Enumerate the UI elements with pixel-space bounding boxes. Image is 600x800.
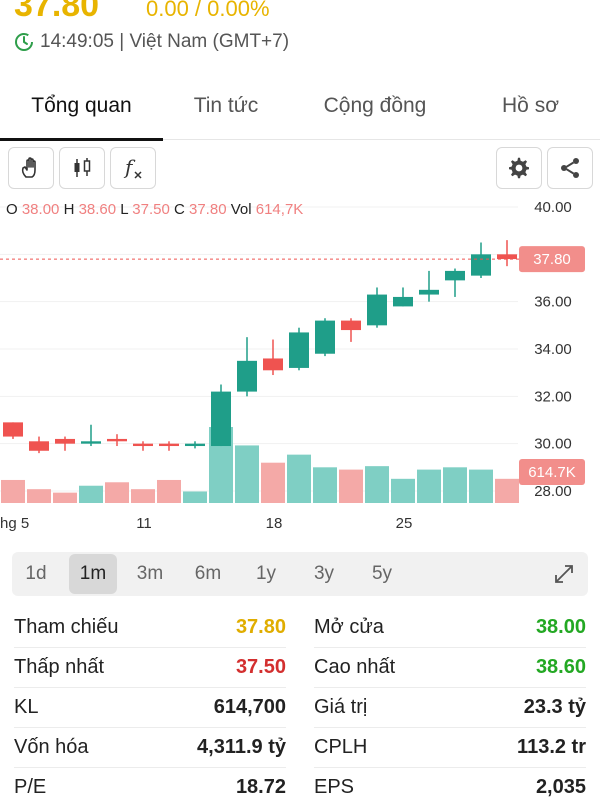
tab-news[interactable]: Tin tức: [163, 72, 289, 140]
candle-body: [237, 360, 257, 392]
share-icon: [561, 158, 579, 178]
volume-bar: [79, 485, 103, 503]
period-1y[interactable]: 1y: [242, 554, 290, 594]
y-tick-label: 34.00: [534, 341, 572, 358]
volume-bar: [53, 492, 77, 503]
volume-bar: [131, 489, 155, 503]
x-tick-label: 11: [136, 515, 152, 532]
volume-bar: [495, 478, 519, 503]
ohlc-readout: O 38.00 H 38.60 L 37.50 C 37.80 Vol 614,…: [6, 201, 304, 218]
tab-bar: Tổng quan Tin tức Cộng đồng Hồ sơ: [0, 72, 600, 141]
stat-outstanding-shares: CPLH 113.2 tr: [314, 728, 586, 768]
stat-volume: KL 614,700: [14, 688, 286, 728]
volume-bar: [183, 491, 207, 503]
price-change: 0.00 / 0.00%: [146, 0, 270, 21]
candle-body: [185, 443, 205, 447]
volume-bar: [157, 479, 181, 503]
settings-button[interactable]: [496, 147, 542, 189]
ohlc-open: 38.00: [21, 201, 60, 218]
candle-body: [3, 422, 23, 437]
function-icon: f: [123, 155, 142, 179]
share-button[interactable]: [547, 147, 593, 189]
candle-body: [367, 294, 387, 326]
candle-body: [81, 441, 101, 444]
period-3m[interactable]: 3m: [126, 554, 174, 594]
expand-icon[interactable]: [552, 562, 576, 586]
stat-eps: EPS 2,035: [314, 768, 586, 800]
period-5y[interactable]: 5y: [358, 554, 406, 594]
ohlc-low: 37.50: [132, 201, 170, 218]
candle-body: [393, 296, 413, 307]
candlestick-icon: [74, 158, 91, 177]
candlestick-chart[interactable]: 40.00 38.00 36.00 34.00 32.00 30.00 28.00 37.80…: [0, 192, 600, 542]
candle-body: [471, 254, 491, 276]
ohlc-high: 38.60: [78, 201, 117, 218]
volume-bar: [1, 479, 25, 503]
period-3y[interactable]: 3y: [300, 554, 348, 594]
stat-low: Thấp nhất 37.50: [14, 648, 286, 688]
stat-reference: Tham chiếu 37.80: [14, 608, 286, 648]
volume-bar: [261, 462, 285, 503]
stat-pe: P/E 18.72: [14, 768, 286, 800]
volume-bar: [27, 489, 51, 503]
candle-body: [263, 358, 283, 371]
ohlc-volume: 614,7K: [255, 201, 304, 218]
volume-bar: [391, 478, 415, 503]
volume-bar: [235, 445, 259, 503]
candle-body: [55, 438, 75, 444]
volume-bar: [105, 482, 129, 503]
period-6m[interactable]: 6m: [184, 554, 232, 594]
candle-body: [159, 443, 179, 447]
tab-community[interactable]: Cộng đồng: [289, 72, 461, 140]
time-text: 14:49:05 | Việt Nam (GMT+7): [40, 31, 290, 52]
y-tick-label: 30.00: [534, 436, 572, 453]
y-tick-label: 28.00: [534, 483, 572, 500]
fx-label: f: [123, 155, 136, 179]
stat-market-cap: Vốn hóa 4,311.9 tỷ: [14, 728, 286, 768]
volume-bar: [313, 467, 337, 503]
volume-bar: [339, 469, 363, 503]
gear-icon: [509, 157, 529, 179]
period-selector: 1d 1m 3m 6m 1y 3y 5y: [12, 552, 588, 596]
candle-body: [107, 438, 127, 442]
indicator-button[interactable]: f: [110, 147, 156, 189]
volume-bar: [365, 466, 389, 503]
period-1m[interactable]: 1m: [69, 554, 117, 594]
x-tick-label: 18: [266, 515, 283, 532]
stat-high: Cao nhất 38.60: [314, 648, 586, 688]
candle-body: [419, 289, 439, 295]
y-tick-label: 40.00: [534, 199, 572, 216]
volume-bar: [287, 454, 311, 503]
candle-body: [445, 270, 465, 281]
hand-tool-button[interactable]: [8, 147, 54, 189]
candle-body: [211, 391, 231, 447]
volume-bar: [443, 467, 467, 503]
y-tick-label: 36.00: [534, 294, 572, 311]
tab-overview[interactable]: Tổng quan: [0, 72, 163, 141]
current-price: 37.80: [14, 0, 100, 24]
stat-open: Mở cửa 38.00: [314, 608, 586, 648]
last-volume-label: 614.7K: [528, 464, 576, 481]
hand-icon: [21, 157, 36, 178]
ohlc-close: 37.80: [189, 201, 227, 218]
candle-body: [341, 320, 361, 331]
volume-bar: [469, 469, 493, 503]
candle-body: [133, 443, 153, 447]
candle-body: [289, 332, 309, 368]
tab-profile[interactable]: Hồ sơ: [461, 72, 600, 140]
x-tick-label: hg 5: [0, 515, 29, 532]
time-row: 14:49:05 | Việt Nam (GMT+7): [14, 30, 289, 54]
y-tick-label: 32.00: [534, 388, 572, 405]
candle-body: [29, 441, 49, 451]
chart-type-button[interactable]: [59, 147, 105, 189]
clock-icon: [15, 33, 33, 51]
volume-bar: [417, 469, 441, 503]
stat-value: Giá trị 23.3 tỷ: [314, 688, 586, 728]
x-tick-label: 25: [396, 515, 413, 532]
candle-body: [315, 320, 335, 354]
last-price-label: 37.80: [533, 251, 571, 268]
candle-body: [497, 254, 517, 260]
period-1d[interactable]: 1d: [12, 554, 60, 594]
